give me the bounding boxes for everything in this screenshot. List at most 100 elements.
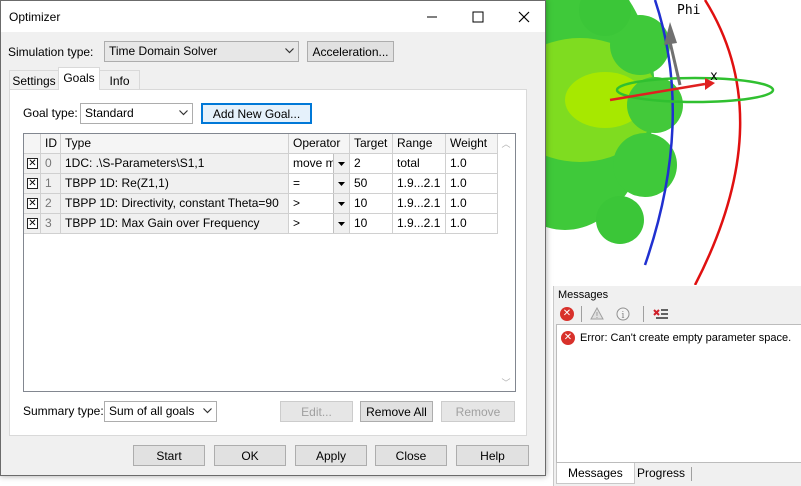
messages-tab-strip: Messages Progress xyxy=(554,463,801,486)
acceleration-button[interactable]: Acceleration... xyxy=(307,41,394,62)
info-filter-icon: i xyxy=(616,307,630,321)
cell-weight[interactable]: 1.0 xyxy=(446,194,498,214)
cell-operator-value: move m xyxy=(293,156,336,170)
cell-weight[interactable]: 1.0 xyxy=(446,214,498,234)
summary-type-value: Sum of all goals xyxy=(109,404,195,418)
tab-settings[interactable]: Settings xyxy=(9,70,59,90)
warning-filter-icon: ! xyxy=(590,307,604,320)
cell-operator[interactable]: > xyxy=(289,194,350,214)
goals-grid[interactable]: ID Type Operator Target Range Weight ✕ 0… xyxy=(23,133,516,392)
tab-messages[interactable]: Messages xyxy=(556,463,635,484)
grid-header-range[interactable]: Range xyxy=(393,134,446,154)
simulation-type-select[interactable]: Time Domain Solver xyxy=(104,41,299,62)
message-item[interactable]: ✕ Error: Can't create empty parameter sp… xyxy=(561,331,791,345)
cell-target[interactable]: 50 xyxy=(350,174,393,194)
row-checkbox-cell[interactable]: ✕ xyxy=(24,174,41,194)
title-bar[interactable]: Optimizer xyxy=(1,1,545,32)
chevron-down-icon xyxy=(283,44,295,58)
messages-list[interactable]: ✕ Error: Can't create empty parameter sp… xyxy=(556,324,801,463)
minimize-icon xyxy=(427,16,437,17)
summary-type-select[interactable]: Sum of all goals xyxy=(104,401,217,422)
operator-dropdown-button[interactable] xyxy=(333,174,349,193)
cell-operator-value: > xyxy=(293,216,301,230)
start-button[interactable]: Start xyxy=(133,445,205,466)
help-button[interactable]: Help xyxy=(456,445,529,466)
cell-target[interactable]: 10 xyxy=(350,194,393,214)
grid-header-id[interactable]: ID xyxy=(41,134,61,154)
cell-type[interactable]: TBPP 1D: Re(Z1,1) xyxy=(61,174,289,194)
scroll-up-icon[interactable]: ︿ xyxy=(501,138,511,149)
phi-axis-arc xyxy=(693,0,742,285)
cell-range[interactable]: total xyxy=(393,154,446,174)
cell-weight[interactable]: 1.0 xyxy=(446,154,498,174)
apply-button[interactable]: Apply xyxy=(295,445,367,466)
row-checkbox[interactable]: ✕ xyxy=(27,218,38,229)
operator-dropdown-button[interactable] xyxy=(333,214,349,233)
close-window-button[interactable] xyxy=(501,1,547,32)
optimizer-dialog: Optimizer Simulation type: Time Domain S… xyxy=(0,0,546,476)
edit-button[interactable]: Edit... xyxy=(280,401,353,422)
grid-header-weight[interactable]: Weight xyxy=(446,134,498,154)
row-checkbox[interactable]: ✕ xyxy=(27,158,38,169)
cell-id: 0 xyxy=(41,154,61,174)
close-button[interactable]: Close xyxy=(375,445,447,466)
cell-type[interactable]: TBPP 1D: Max Gain over Frequency xyxy=(61,214,289,234)
cell-operator[interactable]: move m xyxy=(289,154,350,174)
chevron-down-icon xyxy=(177,106,189,120)
cell-range[interactable]: 1.9...2.1 xyxy=(393,174,446,194)
cell-operator-value: = xyxy=(293,176,301,190)
messages-panel: Messages ✕ ! i ✕ Error: Can't create emp… xyxy=(553,286,801,486)
tab-progress[interactable]: Progress xyxy=(626,463,696,484)
error-filter-icon: ✕ xyxy=(560,306,574,321)
minimize-button[interactable] xyxy=(409,1,455,32)
svg-text:i: i xyxy=(622,311,625,321)
grid-vertical-scrollbar[interactable]: ︿ ﹀ xyxy=(498,134,515,391)
tab-goals[interactable]: Goals xyxy=(58,67,100,90)
remove-all-button[interactable]: Remove All xyxy=(360,401,433,422)
cell-operator-value: > xyxy=(293,196,301,210)
row-checkbox[interactable]: ✕ xyxy=(27,198,38,209)
show-info-button[interactable]: i xyxy=(612,304,634,323)
operator-dropdown-button[interactable] xyxy=(333,154,349,173)
phi-axis-label: Phi xyxy=(677,3,701,18)
message-text: Error: Can't create empty parameter spac… xyxy=(580,332,792,344)
cell-weight[interactable]: 1.0 xyxy=(446,174,498,194)
chevron-down-icon xyxy=(338,221,345,226)
simulation-type-value: Time Domain Solver xyxy=(109,44,218,58)
cell-operator[interactable]: = xyxy=(289,174,350,194)
cell-id: 1 xyxy=(41,174,61,194)
grid-header-target[interactable]: Target xyxy=(350,134,393,154)
chevron-down-icon xyxy=(338,161,345,166)
messages-toolbar: ✕ ! i xyxy=(556,304,800,324)
error-icon: ✕ xyxy=(561,331,575,345)
cell-target[interactable]: 10 xyxy=(350,214,393,234)
3d-viewport[interactable]: Phi x xyxy=(545,0,801,285)
show-warnings-button[interactable]: ! xyxy=(586,304,608,323)
svg-text:!: ! xyxy=(595,311,598,320)
row-checkbox-cell[interactable]: ✕ xyxy=(24,194,41,214)
maximize-icon xyxy=(472,11,484,22)
toolbar-separator xyxy=(643,306,644,322)
maximize-button[interactable] xyxy=(455,1,501,32)
operator-dropdown-button[interactable] xyxy=(333,194,349,213)
scroll-down-icon[interactable]: ﹀ xyxy=(501,377,511,388)
remove-button[interactable]: Remove xyxy=(441,401,515,422)
cell-target[interactable]: 2 xyxy=(350,154,393,174)
cell-operator[interactable]: > xyxy=(289,214,350,234)
clear-messages-button[interactable] xyxy=(650,304,672,323)
cell-range[interactable]: 1.9...2.1 xyxy=(393,214,446,234)
goal-type-select[interactable]: Standard xyxy=(80,103,193,124)
cell-type[interactable]: TBPP 1D: Directivity, constant Theta=90 xyxy=(61,194,289,214)
ok-button[interactable]: OK xyxy=(214,445,286,466)
row-checkbox-cell[interactable]: ✕ xyxy=(24,154,41,174)
grid-header-type[interactable]: Type xyxy=(61,134,289,154)
row-checkbox-cell[interactable]: ✕ xyxy=(24,214,41,234)
cell-range[interactable]: 1.9...2.1 xyxy=(393,194,446,214)
grid-header-operator[interactable]: Operator xyxy=(289,134,350,154)
add-new-goal-button[interactable]: Add New Goal... xyxy=(201,103,312,124)
tab-info[interactable]: Info xyxy=(99,70,140,90)
far-field-plot xyxy=(545,0,775,285)
row-checkbox[interactable]: ✕ xyxy=(27,178,38,189)
cell-type[interactable]: 1DC: .\S-Parameters\S1,1 xyxy=(61,154,289,174)
show-errors-button[interactable]: ✕ xyxy=(556,304,578,323)
